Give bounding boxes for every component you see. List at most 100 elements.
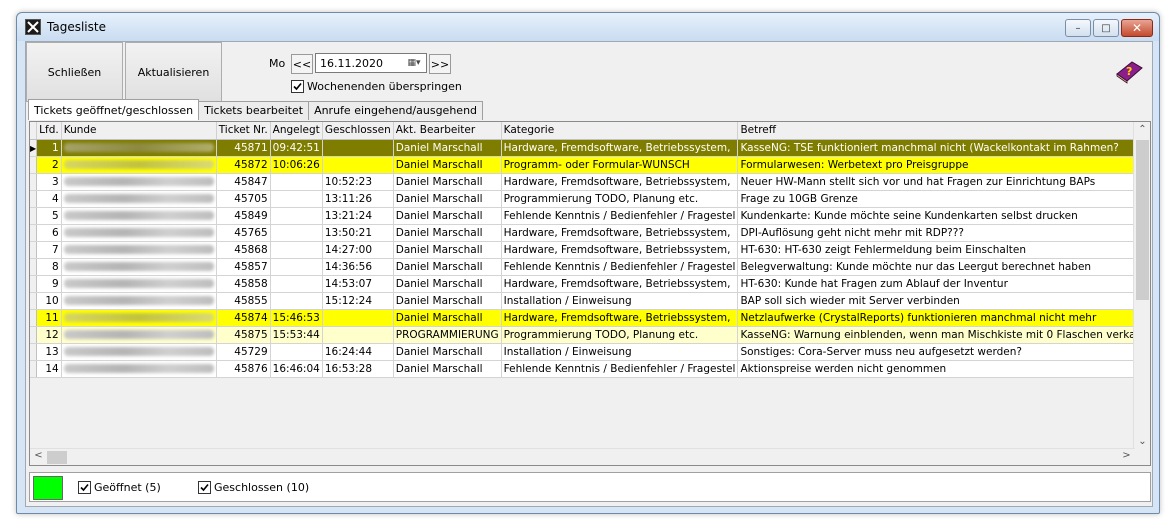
cell-bearbeiter: Daniel Marschall [393, 190, 502, 208]
redacted-customer-name [63, 177, 214, 186]
close-button[interactable]: Schließen [26, 42, 123, 102]
table-row[interactable]: 11 45874 15:46:53 Daniel Marschall Hardware,… [30, 309, 1150, 327]
cell-bearbeiter: Daniel Marschall [393, 173, 502, 191]
cell-kategorie: Fehlende Kenntnis / Bedienfehler / Frage… [501, 207, 739, 225]
cell-betreff: Sonstiges: Cora-Server muss neu aufgeset… [737, 343, 1150, 361]
cell-ticket: 45875 [216, 326, 271, 344]
row-indicator [30, 343, 38, 361]
table-row[interactable]: ▶ 1 45871 09:42:51 Daniel Marschall Hardware,… [30, 139, 1150, 157]
cell-angelegt: 10:06:26 [270, 156, 323, 174]
vertical-scroll-thumb[interactable] [1136, 140, 1149, 300]
table-row[interactable]: 13 45729 16:24:44 Daniel Marschall Installat… [30, 343, 1150, 361]
cell-kategorie: Fehlende Kenntnis / Bedienfehler / Frage… [501, 360, 739, 378]
help-book-icon[interactable]: ? [1114, 58, 1144, 84]
cell-lfd: 8 [36, 258, 62, 276]
header-indicator [30, 122, 38, 140]
cell-lfd: 12 [36, 326, 62, 344]
header-lfd[interactable]: Lfd. [36, 122, 62, 140]
maximize-button[interactable]: □ [1093, 19, 1119, 37]
row-indicator [30, 190, 38, 208]
tagesliste-window: Tagesliste – □ ✕ Schließen Aktualisieren… [16, 12, 1160, 514]
table-row[interactable]: 5 45849 13:21:24 Daniel Marschall Fehlende K… [30, 207, 1150, 225]
cell-geschlossen: 14:27:00 [322, 241, 394, 259]
skip-weekends-label: Wochenenden überspringen [307, 80, 462, 93]
cell-kategorie: Installation / Einweisung [501, 292, 739, 310]
scroll-right-icon[interactable]: > [1118, 450, 1135, 461]
table-row[interactable]: 12 45875 15:53:44 PROGRAMMIERUNG Programmier… [30, 326, 1150, 344]
table-row[interactable]: 2 45872 10:06:26 Daniel Marschall Programm- … [30, 156, 1150, 174]
close-window-button[interactable]: ✕ [1121, 19, 1153, 37]
table-row[interactable]: 10 45855 15:12:24 Daniel Marschall Installat… [30, 292, 1150, 310]
header-angelegt[interactable]: Angelegt [270, 122, 323, 140]
cell-kunde [61, 360, 217, 378]
cell-bearbeiter: Daniel Marschall [393, 275, 502, 293]
row-indicator [30, 173, 38, 191]
cell-lfd: 11 [36, 309, 62, 327]
tab-calls[interactable]: Anrufe eingehend/ausgehend [308, 101, 484, 120]
cell-lfd: 13 [36, 343, 62, 361]
cell-kategorie: Hardware, Fremdsoftware, Betriebssystem, [501, 139, 739, 157]
refresh-button[interactable]: Aktualisieren [125, 42, 222, 102]
table-row[interactable]: 9 45858 14:53:07 Daniel Marschall Hardware, … [30, 275, 1150, 293]
table-row[interactable]: 14 45876 16:46:04 16:53:28 Daniel Marschall F… [30, 360, 1150, 378]
table-row[interactable]: 3 45847 10:52:23 Daniel Marschall Hardware, … [30, 173, 1150, 191]
filter-open[interactable]: Geöffnet (5) [78, 481, 161, 494]
horizontal-scroll-thumb[interactable] [47, 451, 67, 464]
vertical-scrollbar[interactable]: ⌃ ⌄ [1133, 122, 1150, 449]
table-row[interactable]: 8 45857 14:36:56 Daniel Marschall Fehlende K… [30, 258, 1150, 276]
redacted-customer-name [63, 245, 214, 254]
cell-ticket: 45858 [216, 275, 271, 293]
header-ticket[interactable]: Ticket Nr. [216, 122, 271, 140]
scroll-down-icon[interactable]: ⌄ [1134, 436, 1150, 447]
legend-color-swatch [33, 476, 63, 500]
cell-ticket: 45729 [216, 343, 271, 361]
skip-weekends-checkbox[interactable] [291, 80, 304, 93]
cell-ticket: 45872 [216, 156, 271, 174]
cell-ticket: 45874 [216, 309, 271, 327]
cell-angelegt [270, 207, 323, 225]
skip-weekends-option[interactable]: Wochenenden überspringen [291, 80, 462, 93]
table-row[interactable]: 6 45765 13:50:21 Daniel Marschall Hardware, … [30, 224, 1150, 242]
scroll-left-icon[interactable]: < [30, 450, 47, 461]
header-betreff[interactable]: Betreff [737, 122, 1150, 140]
open-label: Geöffnet (5) [94, 481, 161, 494]
minimize-button[interactable]: – [1065, 19, 1091, 37]
cell-geschlossen: 14:36:56 [322, 258, 394, 276]
header-geschlossen[interactable]: Geschlossen [322, 122, 394, 140]
filter-closed[interactable]: Geschlossen (10) [198, 481, 309, 494]
closed-checkbox[interactable] [198, 481, 211, 494]
content-area: Schließen Aktualisieren Mo << 16.11.2020… [25, 41, 1153, 507]
cell-angelegt [270, 173, 323, 191]
cell-betreff: Frage zu 10GB Grenze [737, 190, 1150, 208]
redacted-customer-name [63, 228, 214, 237]
cell-betreff: Neuer HW-Mann stellt sich vor und hat Fr… [737, 173, 1150, 191]
row-indicator [30, 309, 38, 327]
redacted-customer-name [63, 143, 214, 152]
cell-bearbeiter: Daniel Marschall [393, 241, 502, 259]
calendar-icon[interactable]: ▦▾ [405, 57, 423, 69]
cell-angelegt: 09:42:51 [270, 139, 323, 157]
redacted-customer-name [63, 330, 214, 339]
prev-day-button[interactable]: << [291, 54, 313, 74]
cell-ticket: 45705 [216, 190, 271, 208]
cell-kunde [61, 224, 217, 242]
cell-bearbeiter: Daniel Marschall [393, 343, 502, 361]
horizontal-scrollbar[interactable]: < > [30, 448, 1135, 465]
cell-ticket: 45849 [216, 207, 271, 225]
header-kategorie[interactable]: Kategorie [501, 122, 739, 140]
cell-kategorie: Programmierung TODO, Planung etc. [501, 190, 739, 208]
cell-kunde [61, 292, 217, 310]
row-indicator [30, 326, 38, 344]
table-row[interactable]: 4 45705 13:11:26 Daniel Marschall Programmie… [30, 190, 1150, 208]
tab-tickets-open-closed[interactable]: Tickets geöffnet/geschlossen [28, 99, 200, 120]
header-kunde[interactable]: Kunde [61, 122, 217, 140]
date-picker[interactable]: 16.11.2020 ▦▾ [315, 53, 427, 73]
tab-tickets-edited[interactable]: Tickets bearbeitet [198, 101, 310, 120]
next-day-button[interactable]: >> [429, 54, 451, 74]
cell-angelegt: 15:53:44 [270, 326, 323, 344]
table-row[interactable]: 7 45868 14:27:00 Daniel Marschall Hardware, … [30, 241, 1150, 259]
scroll-up-icon[interactable]: ⌃ [1134, 124, 1150, 135]
header-bearbeiter[interactable]: Akt. Bearbeiter [393, 122, 502, 140]
open-checkbox[interactable] [78, 481, 91, 494]
ticket-grid: Lfd. Kunde Ticket Nr. Angelegt Geschloss… [29, 121, 1151, 466]
